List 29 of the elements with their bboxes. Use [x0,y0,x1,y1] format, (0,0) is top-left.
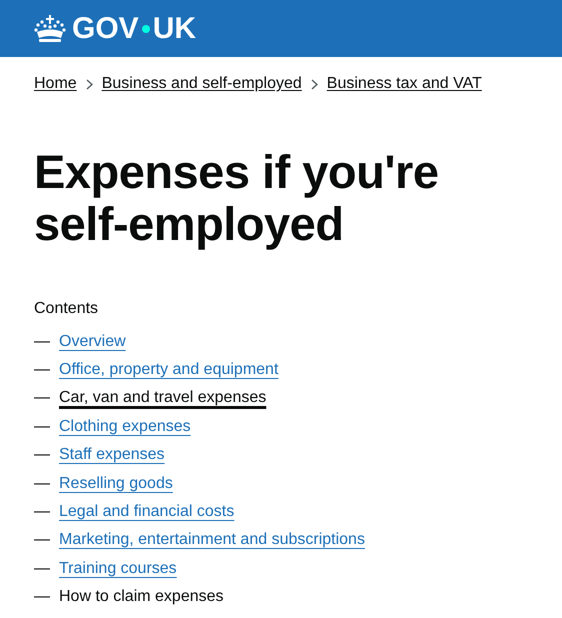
dash-marker: — [34,388,51,408]
govuk-logo-link[interactable]: GOV UK [34,14,196,44]
crown-icon [34,14,66,42]
contents-link[interactable]: Reselling goods [59,472,173,496]
dash-marker: — [34,587,51,608]
contents-link[interactable]: Training courses [59,556,177,581]
dash-marker: — [34,416,51,437]
chevron-icon [86,78,93,90]
breadcrumb-link[interactable]: Business and self-employed [102,72,302,96]
contents-heading: Contents [34,299,100,320]
chevron-icon [310,78,318,90]
contents-link[interactable]: Car, van and travel expenses [59,386,266,410]
breadcrumb-link[interactable]: Business tax and VAT [326,72,482,96]
dash-marker: — [34,530,51,550]
contents-link[interactable]: Marketing, entertainment and subscriptions [59,528,365,552]
dash-marker: — [34,360,51,380]
breadcrumb-link[interactable]: Home [34,72,77,96]
contents-link[interactable]: Staff expenses [59,443,165,468]
contents-link[interactable]: Legal and financial costs [59,500,234,524]
dash-marker: — [34,474,51,494]
dash-marker: — [34,558,51,579]
contents-link[interactable]: Clothing expenses [59,414,191,439]
contents-link[interactable]: Overview [59,330,126,354]
dash-marker: — [34,445,51,466]
page-title: Expenses if you're self-employed [34,146,440,250]
contents-link[interactable]: Office, property and equipment [59,358,278,382]
current-section: How to claim expenses [59,585,224,610]
dash-marker: — [34,332,51,352]
dash-marker: — [34,502,51,522]
